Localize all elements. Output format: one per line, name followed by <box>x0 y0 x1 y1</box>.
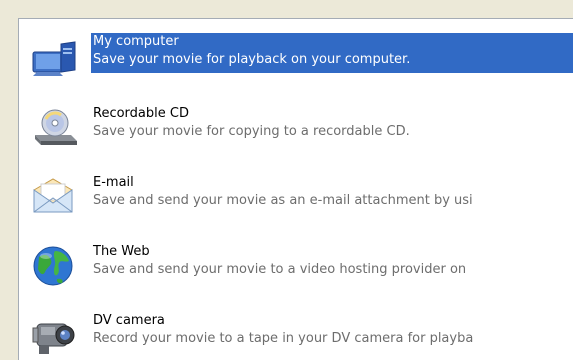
list-item-email[interactable]: E-mail Save and send your movie as an e-… <box>27 171 573 221</box>
list-item-text: My computer Save your movie for playback… <box>91 33 573 73</box>
computer-icon <box>31 38 87 82</box>
list-item-text: E-mail Save and send your movie as an e-… <box>91 174 573 212</box>
item-title: My computer <box>93 34 179 49</box>
envelope-icon <box>31 176 87 220</box>
item-title: E-mail <box>93 175 134 190</box>
save-destination-list[interactable]: My computer Save your movie for playback… <box>18 18 573 360</box>
item-title: DV camera <box>93 313 165 328</box>
item-description: Record your movie to a tape in your DV c… <box>93 331 474 346</box>
camcorder-icon <box>31 314 87 358</box>
list-item-text: Recordable CD Save your movie for copyin… <box>91 105 573 143</box>
list-item-recordable-cd[interactable]: Recordable CD Save your movie for copyin… <box>27 102 573 152</box>
list-item-the-web[interactable]: The Web Save and send your movie to a vi… <box>27 240 573 290</box>
globe-icon <box>31 245 87 289</box>
list-item-my-computer[interactable]: My computer Save your movie for playback… <box>27 33 573 83</box>
list-item-text: DV camera Record your movie to a tape in… <box>91 312 573 350</box>
list-item-dv-camera[interactable]: DV camera Record your movie to a tape in… <box>27 309 573 359</box>
list-item-text: The Web Save and send your movie to a vi… <box>91 243 573 281</box>
item-description: Save your movie for playback on your com… <box>93 52 411 67</box>
item-description: Save your movie for copying to a recorda… <box>93 124 410 139</box>
item-description: Save and send your movie as an e-mail at… <box>93 193 473 208</box>
cd-drive-icon <box>31 107 87 151</box>
item-description: Save and send your movie to a video host… <box>93 262 467 277</box>
item-title: Recordable CD <box>93 106 189 121</box>
item-title: The Web <box>93 244 150 259</box>
